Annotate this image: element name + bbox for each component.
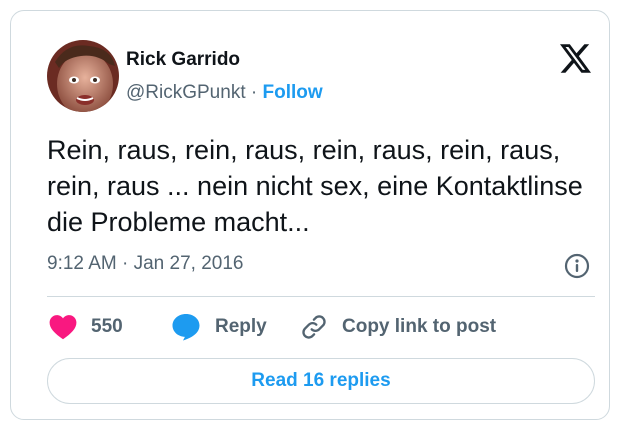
tweet-timestamp[interactable]: 9:12 AM · Jan 27, 2016: [47, 253, 243, 275]
tweet-card: Rick Garrido @RickGPunkt · Follow Rein, …: [10, 10, 610, 420]
like-count: 550: [91, 316, 123, 337]
reply-bubble-icon: [172, 314, 200, 341]
author-name[interactable]: Rick Garrido: [126, 49, 240, 71]
copy-link-label: Copy link to post: [342, 316, 497, 337]
handle-separator: ·: [245, 82, 263, 103]
copy-link-button[interactable]: Copy link to post: [300, 311, 496, 343]
heart-icon: [49, 315, 77, 340]
read-replies-button[interactable]: Read 16 replies: [47, 358, 595, 404]
read-replies-label: Read 16 replies: [251, 370, 391, 391]
x-logo-icon[interactable]: [560, 44, 591, 73]
link-icon: [302, 315, 326, 339]
avatar-image: [47, 40, 119, 112]
divider: [47, 296, 595, 297]
reply-button[interactable]: Reply: [171, 311, 267, 343]
like-button[interactable]: 550: [49, 311, 123, 343]
tweet-text: Rein, raus, rein, raus, rein, raus, rein…: [47, 135, 583, 237]
handle-row: @RickGPunkt · Follow: [126, 82, 323, 104]
avatar[interactable]: [47, 40, 119, 112]
tweet-date: Jan 27, 2016: [133, 253, 244, 274]
reply-label: Reply: [215, 316, 267, 337]
author-handle[interactable]: @RickGPunkt: [126, 82, 246, 103]
info-icon[interactable]: [564, 253, 590, 279]
tweet-time: 9:12 AM: [47, 253, 117, 274]
date-separator: ·: [116, 253, 134, 274]
follow-button[interactable]: Follow: [263, 82, 323, 103]
